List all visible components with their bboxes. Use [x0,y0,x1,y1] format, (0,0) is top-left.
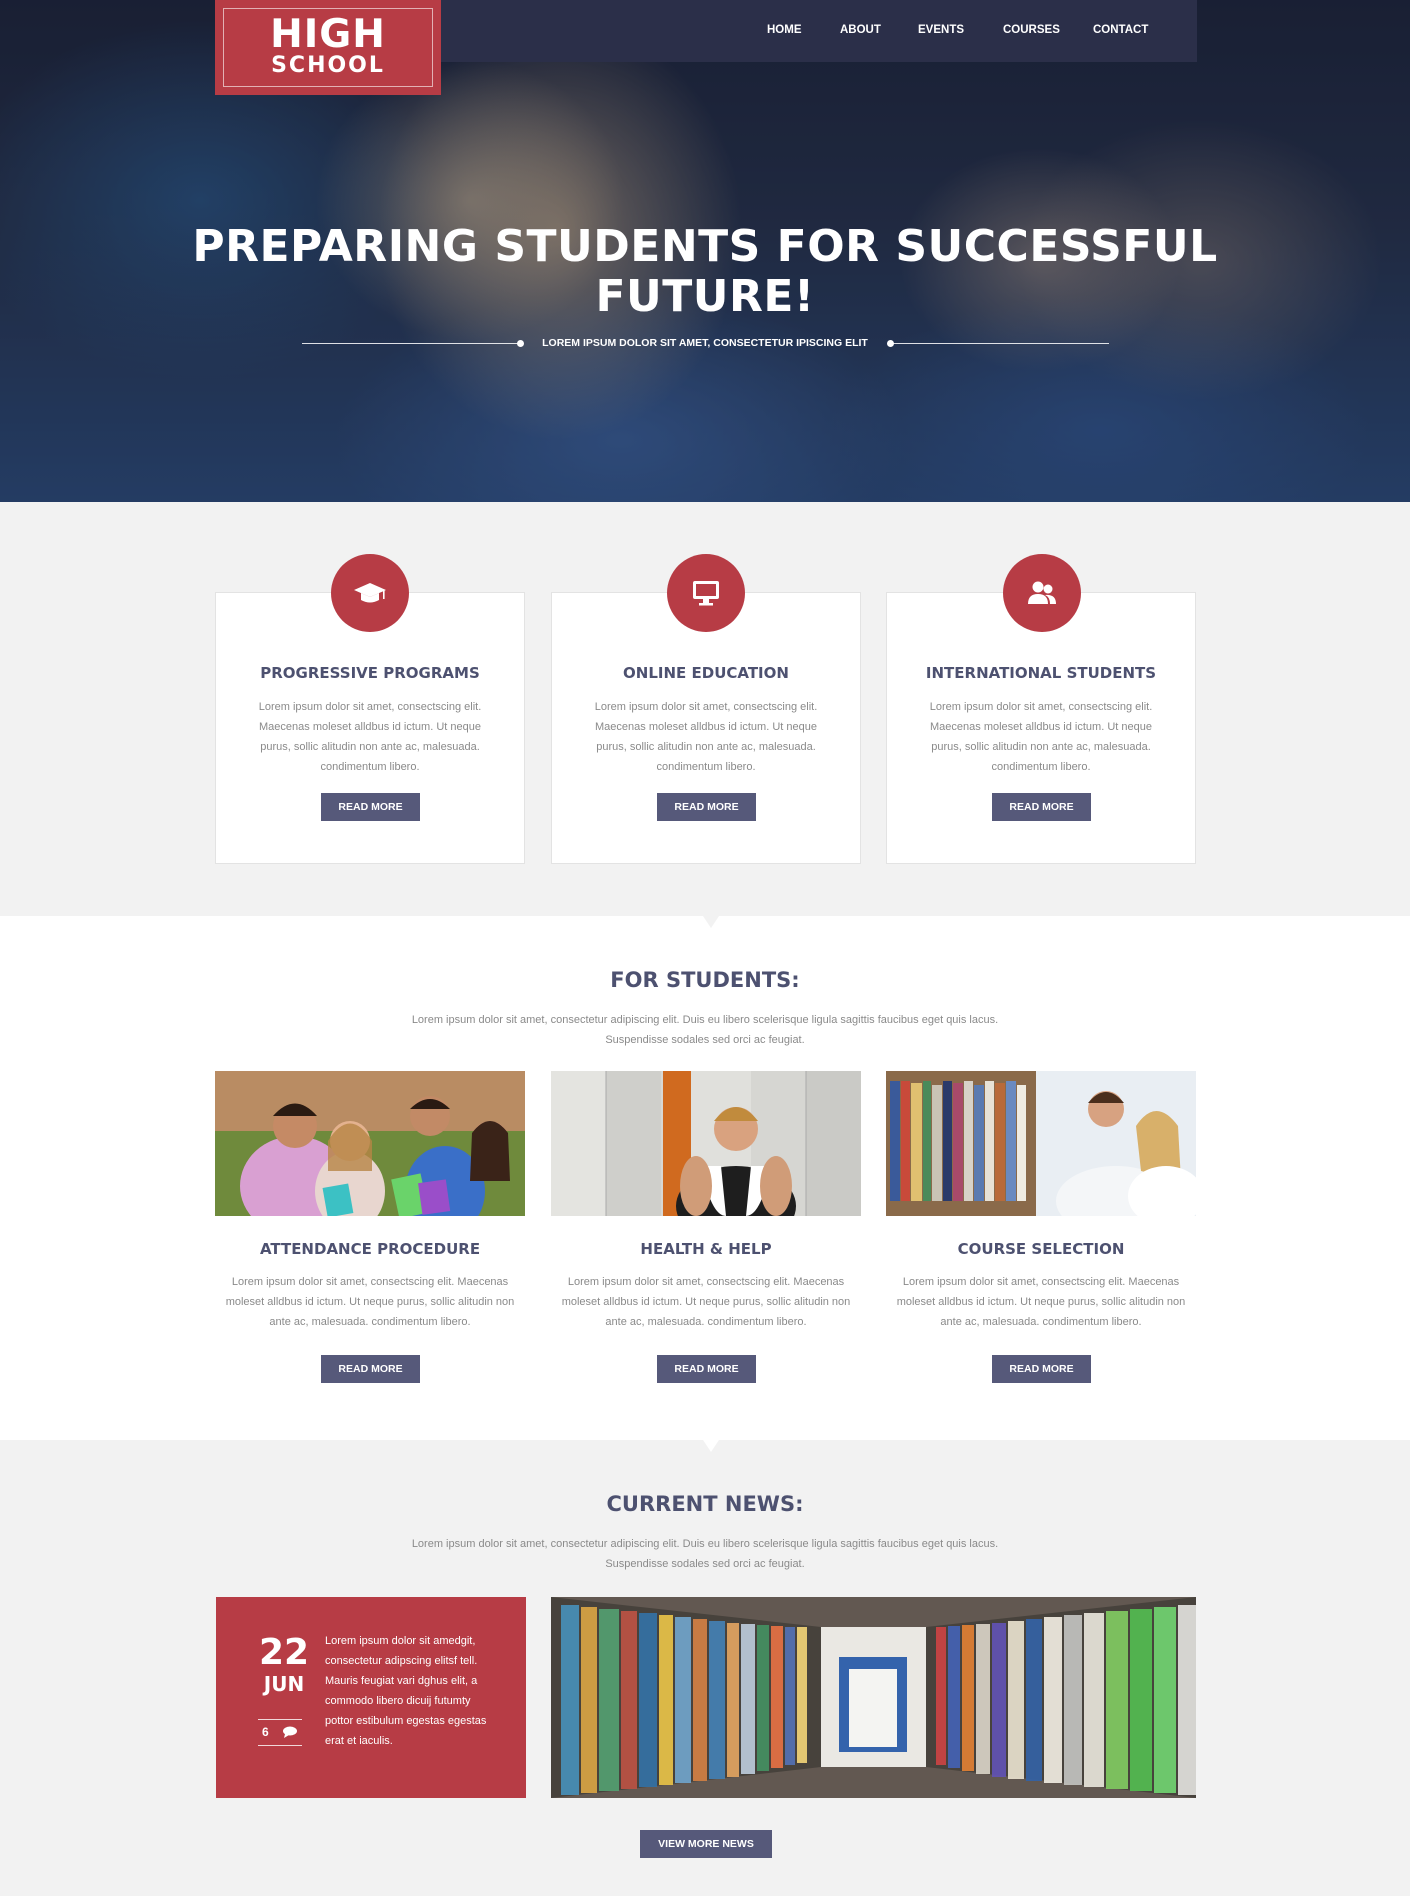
comment-bubble-icon [283,1726,297,1738]
feature-title: PROGRESSIVE PROGRAMS [260,664,480,682]
news-intro-line-2: Suspendisse sodales sed orci ac feugiat. [605,1558,805,1570]
students-title: FOR STUDENTS: [610,968,800,992]
hero-title: PREPARING STUDENTS FOR SUCCESSFUL FUTURE… [0,222,1410,322]
students-intro-line-1: Lorem ipsum dolor sit amet, consectetur … [411,1014,999,1026]
nav-contact[interactable]: CONTACT [1093,24,1148,36]
site-logo[interactable]: HIGH SCHOOL [215,0,441,95]
section-pointer [703,1440,719,1452]
logo-frame: HIGH SCHOOL [223,8,433,87]
main-nav: HOME ABOUT EVENTS COURSES CONTACT [441,0,1197,62]
news-date-rule [258,1745,302,1746]
hero-divider-right [892,343,1109,344]
feature-text: Lorem ipsum dolor sit amet, consectscing… [594,701,818,773]
feature-text: Lorem ipsum dolor sit amet, consectscing… [929,701,1153,773]
news-title: CURRENT NEWS: [606,1492,804,1516]
read-more-button[interactable]: READ MORE [657,793,756,821]
hero-title-line-1: PREPARING STUDENTS FOR SUCCESSFUL [192,221,1218,272]
news-date-day: 22 [258,1632,310,1673]
read-more-button[interactable]: READ MORE [321,1355,420,1383]
students-intro-line-2: Suspendisse sodales sed orci ac feugiat. [605,1034,805,1046]
news-excerpt: Lorem ipsum dolor sit amedgit, consectet… [325,1635,487,1747]
hero-divider-dot-left [517,340,524,347]
nav-about[interactable]: ABOUT [840,24,881,36]
section-pointer [703,916,719,928]
attendance-photo [215,1071,525,1216]
read-more-button[interactable]: READ MORE [992,793,1091,821]
news-card[interactable]: 22 JUN 6 Lorem ipsum dolor sit amedgit, … [216,1597,526,1798]
nav-events[interactable]: EVENTS [918,24,964,36]
news-date-month: JUN [263,1672,305,1696]
library-photo [551,1597,1196,1798]
students-intro: Lorem ipsum dolor sit amet, consectetur … [380,1010,1030,1050]
course-selection-photo [886,1071,1196,1216]
nav-courses[interactable]: COURSES [1003,24,1060,36]
student-topic-text: Lorem ipsum dolor sit amet, consectscing… [561,1276,851,1328]
view-more-news-button[interactable]: VIEW MORE NEWS [640,1830,772,1858]
graduation-cap-icon [331,554,409,632]
news-comment-count: 6 [262,1725,269,1739]
monitor-icon [667,554,745,632]
nav-home[interactable]: HOME [767,24,802,36]
hero-title-line-2: FUTURE! [595,271,815,322]
logo-line-2: SCHOOL [271,53,385,78]
read-more-button[interactable]: READ MORE [657,1355,756,1383]
read-more-button[interactable]: READ MORE [992,1355,1091,1383]
logo-line-1: HIGH [270,12,386,57]
news-date-rule [258,1719,302,1720]
student-topic-title: COURSE SELECTION [957,1240,1125,1258]
health-help-photo [551,1071,861,1216]
users-icon [1003,554,1081,632]
feature-title: ONLINE EDUCATION [623,664,789,682]
student-topic-text: Lorem ipsum dolor sit amet, consectscing… [225,1276,515,1328]
news-intro-line-1: Lorem ipsum dolor sit amet, consectetur … [411,1538,999,1550]
feature-title: INTERNATIONAL STUDENTS [925,664,1157,682]
student-topic-text: Lorem ipsum dolor sit amet, consectscing… [896,1276,1186,1328]
hero-subtitle: LOREM IPSUM DOLOR SIT AMET, CONSECTETUR … [542,337,868,349]
feature-text: Lorem ipsum dolor sit amet, consectscing… [258,701,482,773]
student-topic-title: HEALTH & HELP [640,1240,772,1258]
student-topic-title: ATTENDANCE PROCEDURE [259,1240,481,1258]
news-intro: Lorem ipsum dolor sit amet, consectetur … [380,1534,1030,1574]
news-comments[interactable]: 6 [262,1725,297,1739]
read-more-button[interactable]: READ MORE [321,793,420,821]
hero-divider-left [302,343,520,344]
